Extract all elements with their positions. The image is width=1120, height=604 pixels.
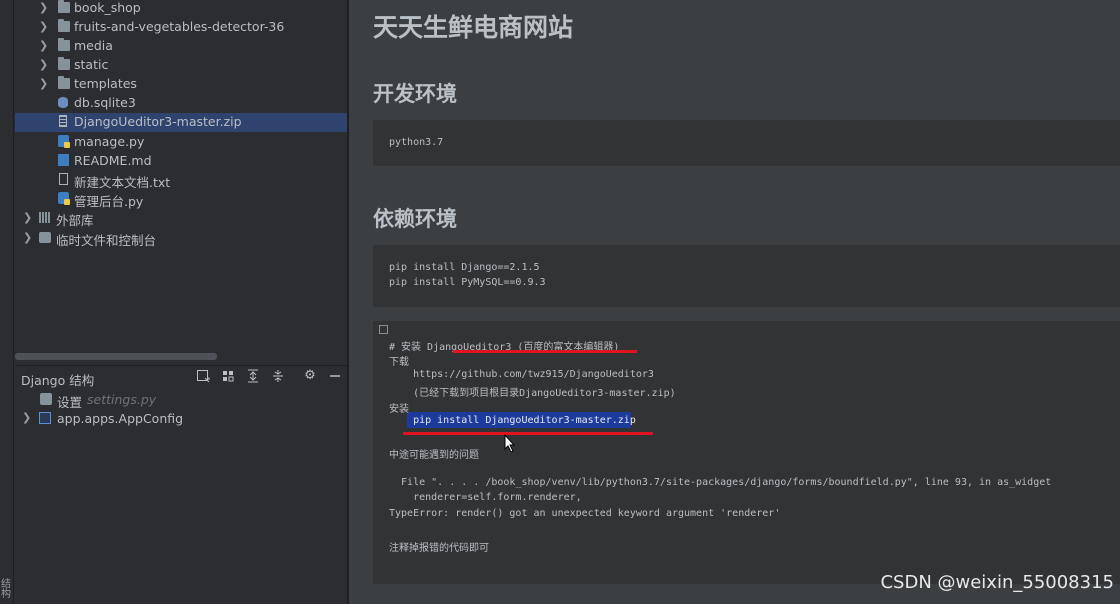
section-heading-deps: 依赖环境	[373, 207, 457, 231]
code-line: File ". . . . /book_shop/venv/lib/python…	[389, 477, 1052, 488]
code-line: https://github.com/twz915/DjangoUeditor3	[389, 369, 654, 380]
code-line: pip install DjangoUeditor3-master.zip	[389, 415, 636, 426]
add-icon[interactable]	[196, 369, 210, 383]
tool-window-strip: 结构	[0, 0, 14, 604]
code-line: renderer=self.form.renderer,	[389, 492, 582, 503]
folder-icon	[58, 0, 70, 13]
project-tree-item-label: static	[74, 57, 109, 72]
folder-icon	[58, 76, 70, 89]
project-tree-item-label: media	[74, 38, 113, 53]
python-file-icon	[58, 135, 70, 148]
python-file-icon	[58, 192, 70, 205]
structure-item-settings[interactable]: 设置 settings.py	[15, 390, 347, 410]
project-tree-item-label: 临时文件和控制台	[56, 233, 157, 248]
project-tree-item-label: README.md	[74, 153, 152, 168]
red-underline-annotation	[453, 350, 637, 353]
code-block-install: # 安装 DjangoUeditor3 (百度的富文本编辑器) 下载 https:…	[373, 321, 1120, 584]
project-tree-item-label: DjangoUeditor3-master.zip	[74, 114, 242, 129]
project-tree-item-label: db.sqlite3	[74, 95, 136, 110]
project-tree-item[interactable]: 新建文本文档.txt	[15, 171, 347, 190]
text-file-icon	[59, 173, 68, 185]
project-tree-item[interactable]: 管理后台.py	[15, 190, 347, 209]
code-line: 安装	[389, 404, 409, 415]
chevron-right-icon[interactable]: ❯	[39, 1, 48, 14]
code-block-dev-env: python3.7	[373, 120, 1120, 166]
structure-item-label: app.apps.AppConfig	[57, 411, 184, 426]
code-line: pip install PyMySQL==0.9.3	[389, 277, 546, 288]
section-heading-dev-env: 开发环境	[373, 82, 457, 106]
code-line: python3.7	[389, 137, 444, 148]
library-icon	[39, 212, 51, 223]
project-horizontal-scrollbar[interactable]	[15, 353, 217, 360]
folder-icon	[58, 57, 70, 70]
gear-icon[interactable]: ⚙	[303, 369, 317, 383]
structure-tool-tab[interactable]: 结构	[1, 580, 13, 600]
project-tree-item-label: book_shop	[74, 0, 141, 15]
copy-icon[interactable]	[379, 325, 388, 334]
code-line: 中途可能遇到的问题	[389, 450, 479, 461]
project-tree-item[interactable]: ❯ media	[15, 37, 347, 56]
project-tree-item[interactable]: ❯ static	[15, 56, 347, 75]
archive-icon	[59, 115, 67, 127]
code-line: pip install Django==2.1.5	[389, 262, 540, 273]
code-line: TypeError: render() got an unexpected ke…	[389, 508, 781, 519]
code-line: 下载	[389, 357, 409, 368]
markdown-file-icon	[58, 154, 69, 166]
mouse-cursor-icon	[504, 434, 516, 453]
chevron-right-icon[interactable]: ❯	[22, 411, 31, 424]
project-tree-item[interactable]: ❯ 外部库	[15, 209, 347, 228]
chevron-right-icon[interactable]: ❯	[39, 77, 48, 90]
database-icon	[58, 97, 68, 108]
watermark: CSDN @weixin_55008315	[880, 572, 1114, 593]
structure-item-hint: settings.py	[87, 392, 157, 407]
console-icon	[39, 232, 51, 243]
project-tree-item-label: 管理后台.py	[74, 194, 144, 209]
folder-icon	[58, 38, 70, 51]
minimize-icon[interactable]	[328, 369, 342, 383]
expand-all-icon[interactable]	[246, 369, 260, 383]
project-tree-item-label: templates	[74, 76, 137, 91]
markdown-preview: 天天生鲜电商网站 开发环境 python3.7 依赖环境 pip install…	[349, 0, 1120, 604]
project-tree-item-label: 外部库	[56, 213, 94, 228]
page-title: 天天生鲜电商网站	[373, 13, 574, 42]
chevron-right-icon[interactable]: ❯	[39, 58, 48, 71]
chevron-right-icon[interactable]: ❯	[23, 211, 32, 224]
project-tree-item-label: manage.py	[74, 134, 145, 149]
project-tree-item-label: 新建文本文档.txt	[74, 175, 171, 190]
collapse-all-icon[interactable]	[271, 369, 285, 383]
structure-item-appconfig[interactable]: ❯ app.apps.AppConfig	[15, 409, 347, 428]
project-tree-item[interactable]: ❯ book_shop	[15, 0, 347, 18]
class-icon	[39, 412, 51, 424]
project-panel: ❯ book_shop ❯ fruits-and-vegetables-detecto…	[15, 0, 347, 365]
folder-icon	[58, 19, 70, 32]
chevron-right-icon[interactable]: ❯	[39, 20, 48, 33]
structure-panel: Django 结构 ⚙ 设置 settings.py ❯ app.apps.Ap…	[15, 365, 347, 604]
project-tree-item[interactable]: DjangoUeditor3-master.zip	[15, 113, 347, 132]
project-tree-item[interactable]: manage.py	[15, 133, 347, 152]
project-tree-item[interactable]: db.sqlite3	[15, 94, 347, 113]
red-underline-annotation	[403, 432, 653, 435]
project-tree-item[interactable]: README.md	[15, 152, 347, 171]
group-icon[interactable]	[221, 369, 235, 383]
code-block-deps: pip install Django==2.1.5 pip install Py…	[373, 245, 1120, 307]
code-line: 注释掉报错的代码即可	[389, 543, 489, 554]
project-tree-item[interactable]: ❯ fruits-and-vegetables-detector-36	[15, 18, 347, 37]
project-tree-item-label: fruits-and-vegetables-detector-36	[74, 19, 285, 34]
project-tree-item[interactable]: ❯ 临时文件和控制台	[15, 229, 347, 248]
structure-panel-title: Django 结构	[21, 373, 95, 388]
chevron-right-icon[interactable]: ❯	[39, 39, 48, 52]
chevron-right-icon[interactable]: ❯	[23, 231, 32, 244]
settings-file-icon	[40, 393, 52, 405]
code-line: (已经下载到项目根目录DjangoUeditor3-master.zip)	[389, 388, 676, 399]
project-tree-item[interactable]: ❯ templates	[15, 75, 347, 94]
